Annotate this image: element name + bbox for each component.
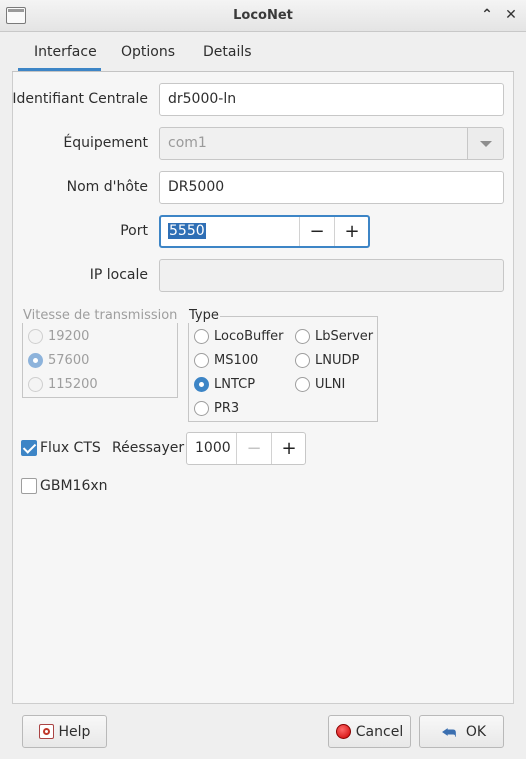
radio-button[interactable] [194, 377, 209, 392]
ok-button-label: OK [465, 723, 487, 740]
radio-lntcp[interactable]: LNTCP [194, 377, 255, 392]
flux-cts-checkbox[interactable]: Flux CTS [21, 440, 101, 456]
port-label: Port [120, 223, 148, 239]
radio-ms100[interactable]: MS100 [194, 353, 258, 368]
radio-button[interactable] [295, 377, 310, 392]
equipement-value: com1 [168, 135, 207, 151]
equipement-label: Équipement [63, 135, 148, 151]
radio-button[interactable] [194, 353, 209, 368]
identifiant-label: Identifiant Centrale [12, 91, 148, 107]
reessayer-decrement-button[interactable]: − [236, 433, 271, 464]
port-increment-button[interactable]: + [334, 217, 368, 246]
radio-ulni[interactable]: ULNI [295, 377, 345, 392]
radio-label: 57600 [48, 353, 90, 368]
help-button-label: Help [58, 723, 91, 740]
radio-locobuffer[interactable]: LocoBuffer [194, 329, 284, 344]
checkbox-label: Flux CTS [40, 440, 101, 456]
ip-locale-label: IP locale [89, 267, 148, 283]
radio-label: LocoBuffer [214, 329, 284, 344]
port-value[interactable]: 5550 [168, 223, 206, 239]
gbm16xn-checkbox[interactable]: GBM16xn [21, 478, 108, 494]
radio-pr3[interactable]: PR3 [194, 401, 239, 416]
port-decrement-button[interactable]: − [299, 217, 334, 246]
radio-label: ULNI [315, 377, 346, 392]
radio-label: LNUDP [315, 353, 360, 368]
reessayer-label: Réessayer [112, 440, 185, 456]
radio-button[interactable] [194, 401, 209, 416]
identifiant-input[interactable]: dr5000-ln [159, 83, 504, 116]
checkbox[interactable] [21, 478, 37, 494]
cancel-button-label: Cancel [355, 723, 404, 740]
chevron-up-icon[interactable]: ⌃ [478, 6, 496, 24]
radio-label: LbServer [315, 329, 374, 344]
checkbox[interactable] [21, 440, 37, 456]
hostname-input[interactable]: DR5000 [159, 171, 504, 204]
radio-label: 115200 [48, 377, 98, 392]
radio-label: LNTCP [214, 377, 256, 392]
cancel-button[interactable]: Cancel [328, 715, 411, 748]
enter-arrow-icon: ⮪ [441, 722, 457, 742]
title-bar: LocoNet ⌃ ✕ [0, 0, 526, 32]
radio-115200[interactable]: 115200 [28, 377, 98, 392]
help-button[interactable]: Help [22, 715, 107, 748]
type-group-title: Type [188, 308, 220, 323]
help-icon [38, 724, 54, 739]
close-icon[interactable]: ✕ [502, 6, 520, 24]
tab-interface[interactable]: Interface [18, 37, 101, 71]
port-spinbox[interactable]: 5550 − + [159, 215, 370, 248]
hostname-label: Nom d'hôte [66, 179, 148, 195]
reessayer-spinbox[interactable]: 1000 − + [186, 432, 306, 465]
checkbox-label: GBM16xn [40, 478, 108, 494]
radio-57600[interactable]: 57600 [28, 353, 89, 368]
tab-label: Options [121, 44, 176, 60]
radio-label: 19200 [48, 329, 90, 344]
radio-button[interactable] [295, 353, 310, 368]
radio-button[interactable] [194, 329, 209, 344]
tab-label: Details [203, 44, 252, 60]
radio-lbserver[interactable]: LbServer [295, 329, 373, 344]
reessayer-increment-button[interactable]: + [271, 433, 305, 464]
chevron-down-icon[interactable] [467, 128, 503, 159]
radio-label: PR3 [214, 401, 240, 416]
tab-label: Interface [34, 44, 97, 60]
baud-rate-group-title: Vitesse de transmission [22, 308, 179, 323]
cancel-icon [335, 724, 351, 739]
tab-details[interactable]: Details [187, 37, 268, 71]
tab-options[interactable]: Options [105, 37, 191, 71]
radio-button[interactable] [28, 353, 43, 368]
ok-button[interactable]: ⮪ OK [419, 715, 504, 748]
equipement-combo[interactable]: com1 [159, 127, 504, 160]
ip-locale-input[interactable] [159, 259, 504, 292]
radio-button[interactable] [28, 329, 43, 344]
radio-button[interactable] [28, 377, 43, 392]
reessayer-value[interactable]: 1000 [195, 440, 231, 456]
radio-button[interactable] [295, 329, 310, 344]
radio-19200[interactable]: 19200 [28, 329, 89, 344]
radio-lnudp[interactable]: LNUDP [295, 353, 359, 368]
radio-label: MS100 [214, 353, 259, 368]
window-title: LocoNet [233, 8, 293, 23]
